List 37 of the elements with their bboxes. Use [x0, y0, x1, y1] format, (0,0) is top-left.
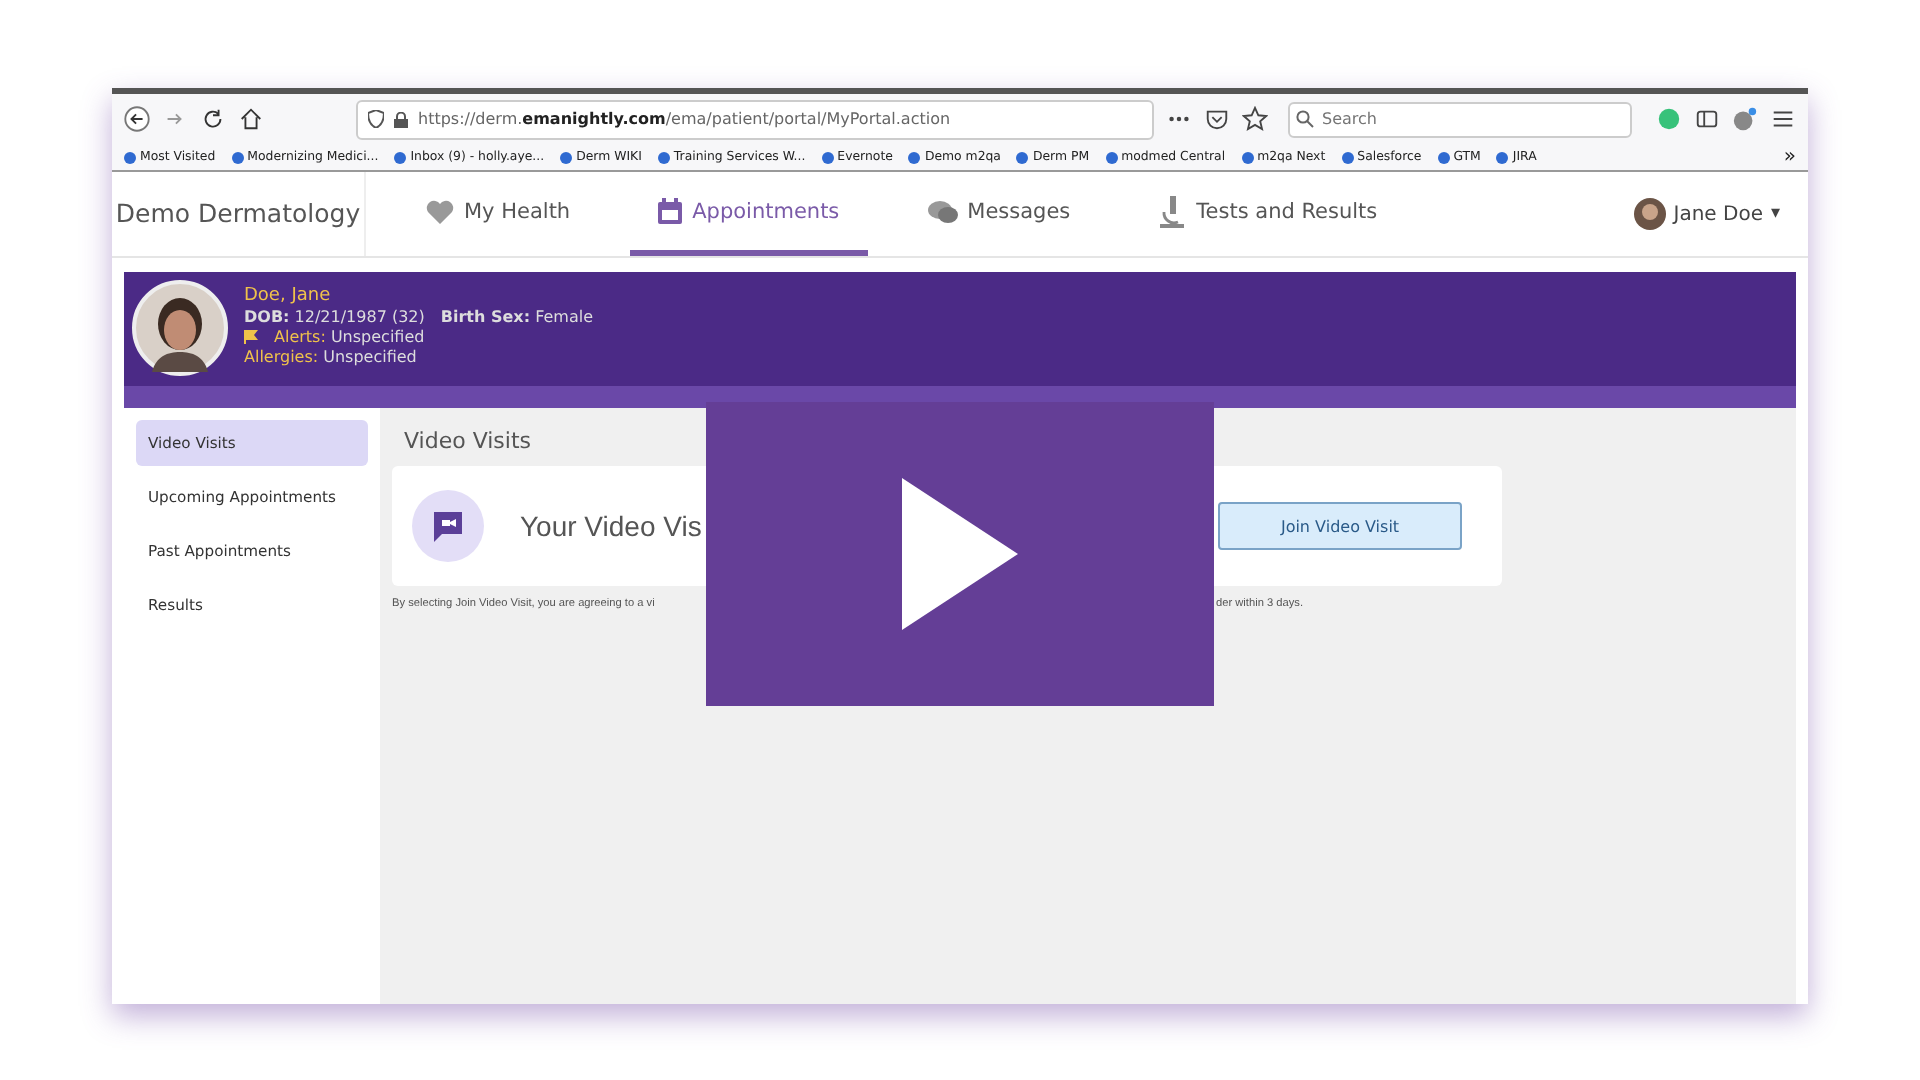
heart-icon	[426, 199, 454, 223]
shield-icon	[368, 110, 384, 128]
play-icon	[902, 478, 1018, 630]
flag-icon	[244, 330, 258, 344]
nav-tab[interactable]: Appointments	[630, 172, 868, 256]
avatar-icon	[1633, 198, 1666, 230]
calendar-icon	[658, 198, 683, 224]
video-chat-icon	[412, 490, 484, 562]
allergies-text: Allergies: Unspecified	[244, 348, 419, 366]
section-title: Video Visits	[402, 428, 533, 454]
back-icon[interactable]	[124, 106, 150, 132]
home-icon[interactable]	[238, 106, 264, 132]
star-icon[interactable]	[1242, 106, 1268, 132]
account-icon[interactable]	[1732, 106, 1758, 132]
caret-icon: ▾	[1770, 204, 1780, 224]
url-text: https://derm.emanightly.com/ema/patient/portal/MyPortal.action	[418, 110, 951, 128]
lock-icon	[394, 111, 408, 127]
bookmarks-overflow[interactable]: »	[1783, 146, 1796, 168]
microscope-icon	[1158, 195, 1187, 227]
address-field[interactable]: https://derm.emanightly.com/ema/patient/portal/MyPortal.action	[356, 99, 1154, 139]
sidebar-icon[interactable]	[1694, 106, 1720, 132]
search-field[interactable]: Search	[1288, 101, 1632, 137]
menu-icon[interactable]	[1770, 106, 1796, 132]
reload-icon[interactable]	[200, 106, 226, 132]
chat-icon	[927, 199, 958, 223]
nav-tab[interactable]: My Health	[398, 172, 599, 256]
patient-name: Doe, Jane	[244, 286, 333, 306]
ready-message: Your Video Vis	[520, 510, 702, 542]
practice-name: Demo Dermatology	[112, 172, 366, 256]
nav-tab[interactable]: Tests and Results	[1130, 172, 1406, 256]
patient-field: DOB: 12/21/1987 (32)	[244, 308, 425, 326]
alerts-text: Alerts: Unspecified	[274, 328, 425, 346]
play-button[interactable]	[706, 402, 1214, 706]
user-menu[interactable]: Jane Doe ▾	[1633, 172, 1780, 256]
join-video-visit-button[interactable]: Join Video Visit	[1218, 502, 1462, 550]
nav-tab[interactable]: Messages	[899, 172, 1099, 256]
patient-field: Birth Sex: Female	[440, 308, 593, 326]
